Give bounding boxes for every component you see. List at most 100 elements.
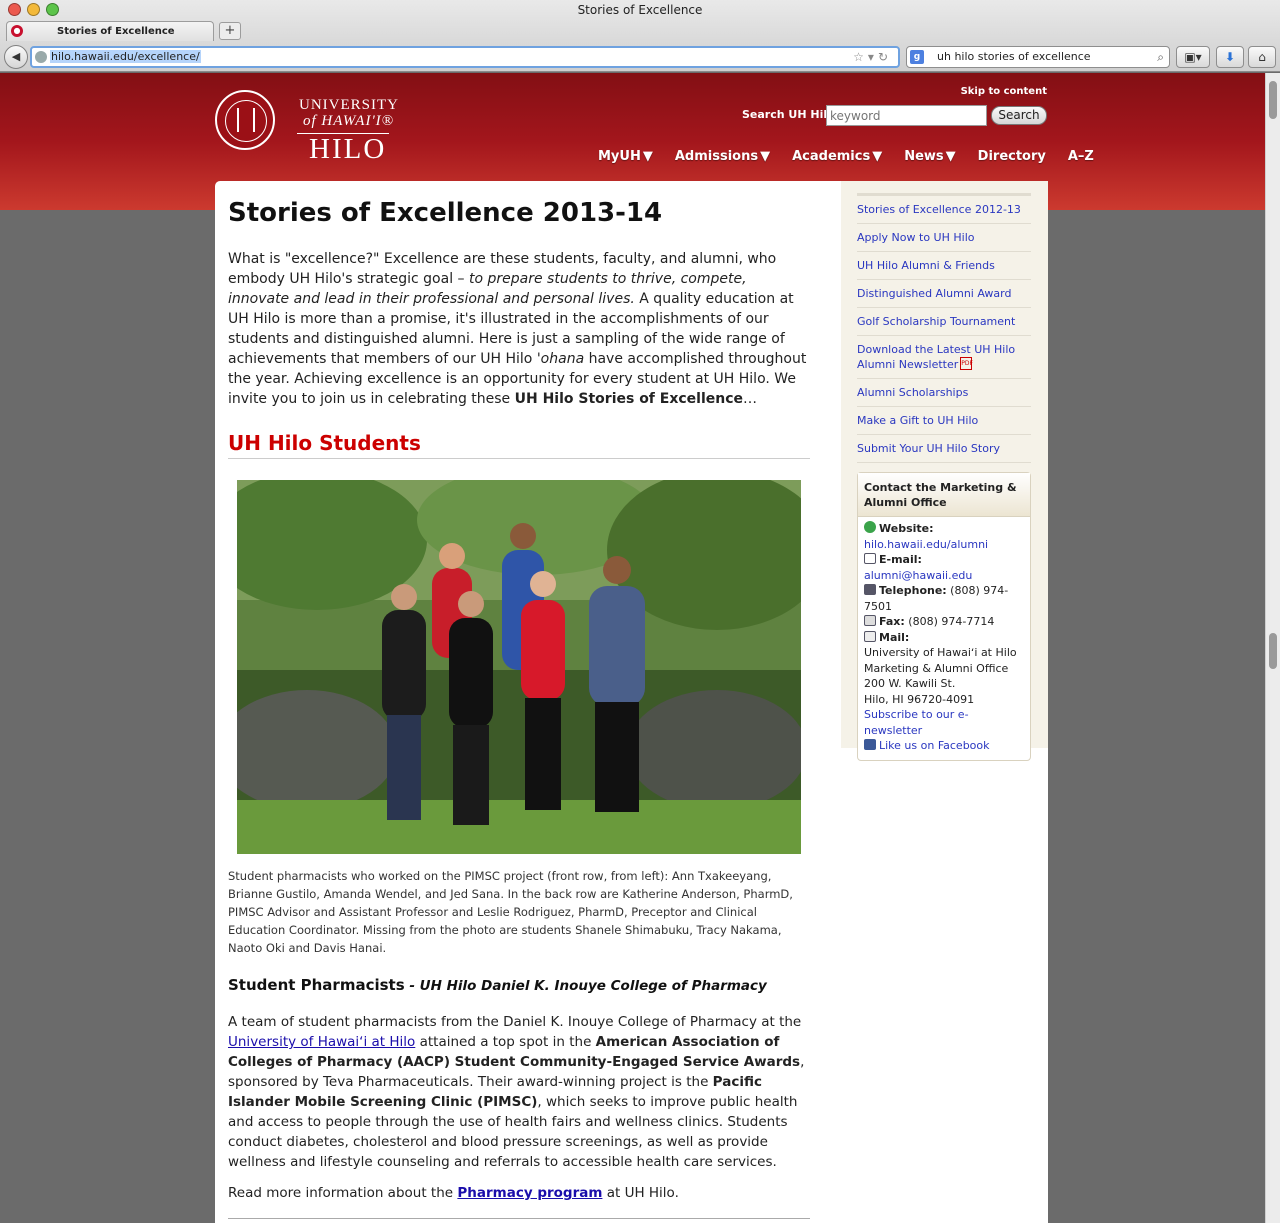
sidebar-link-alumni-friends[interactable]: UH Hilo Alumni & Friends: [857, 252, 1031, 280]
address-line-4: Hilo, HI 96720-4091: [864, 692, 975, 706]
address-bar[interactable]: hilo.hawaii.edu/excellence/ ☆▾↻: [30, 46, 900, 68]
telephone-icon: [864, 584, 876, 595]
photo-caption: Student pharmacists who worked on the PI…: [228, 869, 793, 955]
chevron-down-icon: ▼: [642, 149, 653, 164]
globe-icon: [864, 521, 876, 533]
nav-myuh-label: MyUH: [598, 149, 641, 164]
site-search-button[interactable]: Search: [991, 106, 1047, 125]
search-icon[interactable]: ⌕: [1157, 47, 1164, 67]
email-label: E-mail:: [879, 553, 922, 566]
skip-to-content-link[interactable]: Skip to content: [961, 86, 1047, 97]
uh-hilo-link[interactable]: University of Hawaiʻi at Hilo: [228, 1034, 415, 1050]
section-heading-students: UH Hilo Students: [228, 431, 421, 455]
sidebar-link-submit-story[interactable]: Submit Your UH Hilo Story: [857, 435, 1031, 463]
intro-ohana: 'ohana: [536, 351, 585, 367]
sidebar-link-newsletter[interactable]: Download the Latest UH Hilo Alumni Newsl…: [857, 336, 1031, 379]
address-line-3: 200 W. Kawili St.: [864, 677, 956, 690]
chevron-down-icon: ▼: [760, 149, 771, 164]
story-title: Student Pharmacists: [228, 976, 405, 994]
university-seal-logo[interactable]: [215, 90, 275, 150]
sidebar-link-scholarships[interactable]: Alumni Scholarships: [857, 379, 1031, 407]
section-divider: [228, 1218, 810, 1219]
contact-box: Contact the Marketing & Alumni Office We…: [857, 472, 1031, 761]
photo-illustration: [237, 480, 801, 854]
logo-wordmark-university[interactable]: UNIVERSITY: [299, 97, 399, 114]
mailbox-icon: [864, 630, 876, 642]
sidebar-link-distinguished-alumni[interactable]: Distinguished Alumni Award: [857, 280, 1031, 308]
email-link[interactable]: alumni@hawaii.edu: [864, 569, 972, 582]
minimize-window-button[interactable]: [27, 3, 40, 16]
scrollbar-thumb[interactable]: [1269, 81, 1277, 119]
back-button[interactable]: ◀: [4, 45, 28, 69]
nav-directory[interactable]: Directory: [978, 149, 1046, 164]
fax-number: (808) 974-7714: [904, 615, 995, 628]
newsletter-link-label: Download the Latest UH Hilo Alumni Newsl…: [857, 343, 1016, 371]
story-text: A team of student pharmacists from the D…: [228, 1014, 802, 1030]
nav-myuh[interactable]: MyUH ▼: [598, 149, 653, 164]
scrollbar-thumb-secondary[interactable]: [1269, 633, 1277, 669]
window-title: Stories of Excellence: [577, 3, 703, 17]
telephone-label: Telephone:: [879, 584, 947, 597]
sidebar-link-stories-2012-13[interactable]: Stories of Excellence 2012-13: [857, 196, 1031, 224]
screenshot-menu-button[interactable]: ▣▾: [1176, 46, 1210, 68]
chevron-down-icon: ▼: [872, 149, 883, 164]
vertical-scrollbar[interactable]: [1265, 73, 1280, 1223]
story-heading: Student Pharmacists - UH Hilo Daniel K. …: [228, 976, 767, 994]
tab-title: Stories of Excellence: [57, 26, 175, 37]
window-titlebar: Stories of Excellence: [0, 0, 1280, 20]
pdf-icon: PDF: [960, 357, 973, 370]
url-text: hilo.hawaii.edu/excellence/: [50, 50, 201, 63]
intro-stories-bold: UH Hilo Stories of Excellence: [514, 391, 744, 407]
logo-wordmark-hawaii[interactable]: of HAWAI'I®: [303, 113, 394, 130]
mail-label: Mail:: [879, 630, 910, 644]
sidebar: Stories of Excellence 2012-13 Apply Now …: [841, 181, 1048, 761]
nav-news-label: News: [904, 149, 944, 164]
bookmark-star-icon[interactable]: ☆▾↻: [853, 48, 892, 66]
nav-a-z[interactable]: A–Z: [1068, 149, 1094, 164]
browser-search-field[interactable]: g uh hilo stories of excellence ⌕: [906, 46, 1170, 68]
read-more-line: Read more information about the Pharmacy…: [228, 1185, 679, 1201]
sidebar-link-apply[interactable]: Apply Now to UH Hilo: [857, 224, 1031, 252]
nav-admissions-label: Admissions: [674, 149, 759, 164]
nav-academics[interactable]: Academics ▼: [792, 149, 882, 164]
newsletter-subscribe-link[interactable]: Subscribe to our e-newsletter: [864, 708, 969, 737]
website-label: Website:: [879, 522, 934, 535]
sidebar-link-golf-tournament[interactable]: Golf Scholarship Tournament: [857, 308, 1031, 336]
contact-website-row: Website:: [864, 521, 1024, 537]
pharmacy-program-link[interactable]: Pharmacy program: [457, 1185, 602, 1201]
favicon-icon: ●: [11, 25, 23, 37]
fax-icon: [864, 615, 876, 626]
nav-admissions[interactable]: Admissions ▼: [675, 149, 770, 164]
story-text: attained a top spot in the: [415, 1034, 596, 1050]
main-navigation: MyUH ▼ Admissions ▼ Academics ▼ News ▼ Direc…: [598, 149, 1094, 164]
sidebar-link-make-gift[interactable]: Make a Gift to UH Hilo: [857, 407, 1031, 435]
nav-news[interactable]: News ▼: [904, 149, 955, 164]
intro-ellipsis: …: [743, 391, 758, 407]
website-link[interactable]: hilo.hawaii.edu/alumni: [864, 538, 988, 551]
facebook-link[interactable]: Like us on Facebook: [879, 739, 990, 752]
new-tab-button[interactable]: +: [219, 22, 241, 40]
read-more-text: at UH Hilo.: [602, 1185, 679, 1201]
zoom-window-button[interactable]: [46, 3, 59, 16]
contact-heading: Contact the Marketing & Alumni Office: [858, 473, 1030, 517]
envelope-icon: [864, 553, 876, 564]
home-icon[interactable]: ⌂: [1248, 46, 1276, 68]
close-window-button[interactable]: [8, 3, 21, 16]
story-paragraph: A team of student pharmacists from the D…: [228, 1012, 808, 1172]
logo-wordmark-hilo[interactable]: HILO: [309, 133, 386, 166]
section-divider: [228, 458, 810, 459]
contact-telephone-row: Telephone: (808) 974-7501: [864, 583, 1024, 614]
chevron-down-icon: ▼: [945, 149, 956, 164]
navigation-toolbar: ◀ hilo.hawaii.edu/excellence/ ☆▾↻ g uh h…: [0, 42, 1280, 72]
read-more-text: Read more information about the: [228, 1185, 458, 1201]
browser-tab[interactable]: ● Stories of Excellence: [6, 21, 214, 41]
site-search-input[interactable]: [826, 105, 987, 126]
site-search-label: Search UH Hilo:: [742, 108, 840, 121]
google-icon: g: [910, 50, 924, 64]
download-icon[interactable]: ⬇: [1216, 46, 1244, 68]
browser-chrome: Stories of Excellence ● Stories of Excel…: [0, 0, 1280, 72]
contact-email-row: E-mail: alumni@hawaii.edu: [864, 552, 1024, 583]
story-college: - UH Hilo Daniel K. Inouye College of Ph…: [404, 978, 767, 994]
nav-academics-label: Academics: [792, 149, 871, 164]
page-viewport: UNIVERSITY of HAWAI'I® HILO Skip to cont…: [0, 73, 1280, 1223]
